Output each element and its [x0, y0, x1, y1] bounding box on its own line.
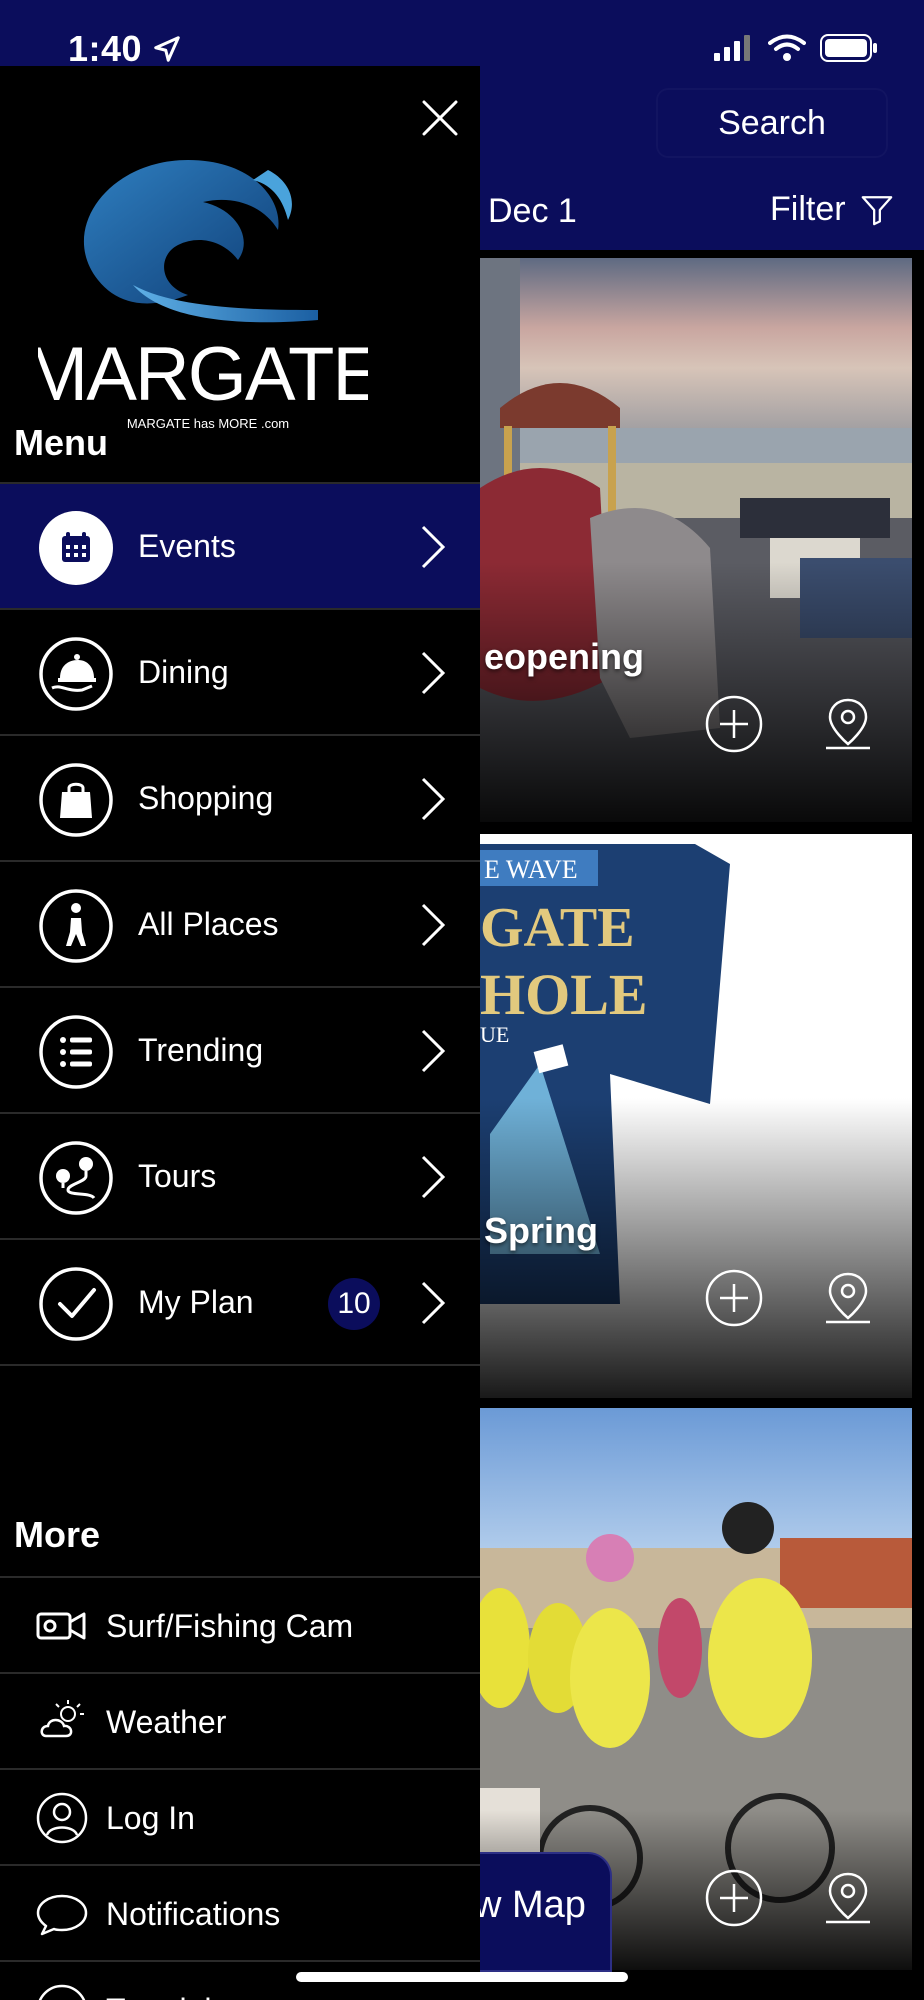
- shopping-bag-icon: [39, 763, 113, 837]
- menu-item-all-places[interactable]: All Places: [0, 862, 480, 988]
- add-to-plan-icon[interactable]: [704, 694, 764, 754]
- status-icons: [714, 34, 878, 62]
- wifi-icon: [768, 34, 806, 61]
- add-to-plan-icon[interactable]: [704, 1268, 764, 1328]
- chevron-right-icon: [421, 903, 446, 947]
- walking-person-icon: [39, 889, 113, 963]
- help-icon: ?: [38, 1984, 86, 2000]
- add-to-plan-icon[interactable]: [704, 1868, 764, 1928]
- svg-text:E WAVE: E WAVE: [484, 855, 578, 884]
- close-icon[interactable]: [418, 96, 462, 140]
- event-title: Spring: [484, 1210, 598, 1251]
- menu-item-label: All Places: [138, 906, 279, 942]
- weather-icon: [40, 1700, 84, 1738]
- cellular-signal-icon: [714, 35, 750, 61]
- route-icon: [39, 1141, 113, 1215]
- chat-bubble-icon: [36, 1894, 88, 1936]
- menu-section-title: Menu: [14, 422, 108, 463]
- location-arrow-icon: [154, 36, 180, 62]
- more-item-log-in[interactable]: Log In: [0, 1768, 480, 1864]
- menu-item-trending[interactable]: Trending: [0, 988, 480, 1114]
- svg-text:HOLE: HOLE: [480, 962, 648, 1027]
- chevron-right-icon: [421, 777, 446, 821]
- search-label: Search: [718, 103, 826, 142]
- more-item-label: Tutorials: [106, 1992, 228, 2000]
- more-item-label: Weather: [106, 1704, 227, 1740]
- menu-item-events[interactable]: Events: [0, 484, 480, 610]
- map-pin-icon[interactable]: [818, 1868, 878, 1928]
- status-time: 1:40: [68, 28, 143, 69]
- chevron-right-icon: [421, 1155, 446, 1199]
- svg-text:GATE: GATE: [480, 897, 635, 959]
- menu-item-label: Trending: [138, 1032, 264, 1068]
- more-item-label: Log In: [106, 1800, 195, 1836]
- map-pin-icon[interactable]: [818, 694, 878, 754]
- margate-logo: MARGATE MARGATE has MORE .com: [38, 160, 368, 431]
- event-card[interactable]: E WAVE GATE HOLE UE Spring: [480, 834, 912, 1398]
- more-item-notifications[interactable]: Notifications: [0, 1864, 480, 1960]
- plan-count-badge: 10: [328, 1278, 380, 1330]
- view-map-label: w Map: [474, 1884, 586, 1926]
- chevron-right-icon: [421, 525, 446, 569]
- more-section-title: More: [14, 1514, 101, 1555]
- more-item-label: Surf/Fishing Cam: [106, 1608, 354, 1644]
- card-shade: [480, 562, 912, 822]
- menu-item-tours[interactable]: Tours: [0, 1114, 480, 1240]
- user-icon: [36, 1792, 88, 1844]
- menu-item-label: Dining: [138, 654, 229, 690]
- side-drawer: MARGATE MARGATE has MORE .com Menu Event…: [0, 66, 480, 2000]
- event-title: eopening: [484, 636, 644, 677]
- video-camera-icon: [36, 1612, 86, 1640]
- menu-item-dining[interactable]: Dining: [0, 610, 480, 736]
- more-menu: Surf/Fishing Cam Weather Log In Notifica…: [0, 1576, 480, 2000]
- checkmark-icon: [39, 1267, 113, 1341]
- menu-item-label: My Plan: [138, 1284, 254, 1320]
- menu-item-label: Tours: [138, 1158, 217, 1194]
- calendar-icon: [39, 511, 113, 585]
- battery-icon: [820, 34, 877, 62]
- logo-wordmark: MARGATE: [38, 332, 368, 417]
- chevron-right-icon: [421, 1281, 446, 1325]
- menu-item-shopping[interactable]: Shopping: [0, 736, 480, 862]
- filter-label: Filter: [770, 190, 846, 228]
- list-icon: [39, 1015, 113, 1089]
- menu-item-label: Shopping: [138, 780, 274, 816]
- svg-text:UE: UE: [480, 1022, 509, 1047]
- chevron-right-icon: [421, 1029, 446, 1073]
- cloche-icon: [39, 637, 113, 711]
- search-button[interactable]: Search: [656, 88, 888, 158]
- chevron-right-icon: [421, 651, 446, 695]
- more-item-label: Notifications: [106, 1896, 281, 1932]
- menu-item-label: Events: [138, 528, 236, 564]
- map-pin-icon[interactable]: [818, 1268, 878, 1328]
- logo-tagline: MARGATE has MORE .com: [127, 416, 289, 431]
- filter-button[interactable]: Filter: [770, 190, 894, 229]
- more-item-surf-cam[interactable]: Surf/Fishing Cam: [0, 1576, 480, 1672]
- home-indicator[interactable]: [296, 1972, 628, 1982]
- menu-item-my-plan[interactable]: My Plan 10: [0, 1240, 480, 1366]
- main-menu: Events Dining Shopping All Places Trendi…: [0, 484, 480, 1366]
- event-card[interactable]: eopening: [480, 258, 912, 822]
- date-range[interactable]: Dec 1: [488, 192, 577, 231]
- more-item-weather[interactable]: Weather: [0, 1672, 480, 1768]
- funnel-icon: [861, 195, 892, 225]
